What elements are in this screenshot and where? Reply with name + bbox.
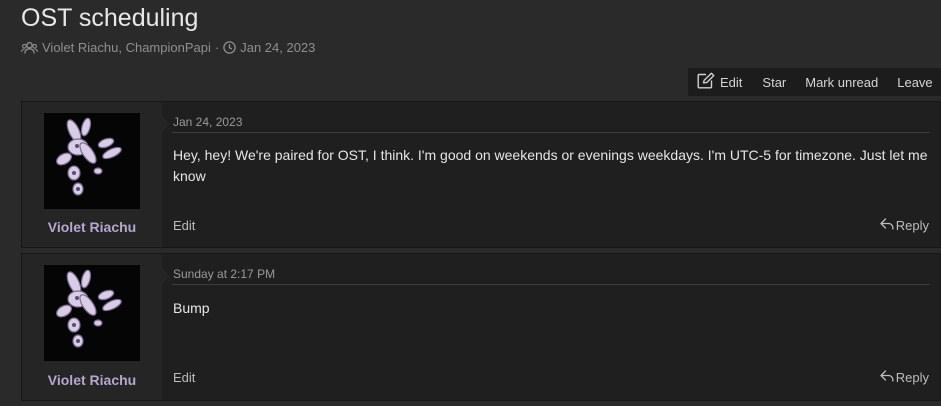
star-button[interactable]: Star (762, 75, 786, 90)
message-date-link[interactable]: Jan 24, 2023 (173, 115, 242, 129)
thread-title: OST scheduling (21, 4, 199, 32)
meta-separator: · (214, 40, 220, 55)
message-arrow (162, 268, 170, 284)
message-edit-button[interactable]: Edit (173, 370, 195, 385)
message-date-link[interactable]: Sunday at 2:17 PM (173, 267, 275, 281)
mark-unread-button[interactable]: Mark unread (805, 75, 878, 90)
thread-date-link[interactable]: Jan 24, 2023 (240, 40, 315, 55)
message-edit-button[interactable]: Edit (173, 218, 195, 233)
message-reply-button[interactable]: Reply (880, 218, 929, 233)
message: Violet Riachu Sunday at 2:17 PM Bump Edi… (21, 253, 941, 401)
participants-link[interactable]: Violet Riachu, ChampionPapi (42, 40, 211, 55)
avatar-image (56, 269, 122, 348)
edit-label: Edit (720, 74, 743, 90)
avatar-image (56, 117, 122, 196)
message: Violet Riachu Jan 24, 2023 Hey, hey! We'… (21, 101, 941, 248)
thread-toolbar: Edit Star Mark unread Leave (688, 68, 941, 96)
reply-icon (880, 218, 894, 233)
username-link[interactable]: Violet Riachu (22, 372, 162, 388)
username-link[interactable]: Violet Riachu (22, 219, 162, 235)
message-reply-button[interactable]: Reply (880, 370, 929, 385)
message-user-cell: Violet Riachu (22, 254, 162, 400)
avatar[interactable] (44, 113, 140, 209)
message-divider (172, 132, 930, 133)
message-user-cell: Violet Riachu (22, 102, 162, 247)
thread-meta: Violet Riachu, ChampionPapi · Jan 24, 20… (21, 40, 315, 55)
users-icon (21, 41, 38, 54)
message-arrow (162, 116, 170, 132)
clock-icon (223, 41, 236, 54)
reply-icon (880, 370, 894, 385)
message-body: Hey, hey! We're paired for OST, I think.… (173, 147, 928, 184)
reply-label: Reply (895, 370, 929, 385)
message-divider (172, 284, 930, 285)
edit-icon (697, 72, 720, 92)
avatar[interactable] (44, 265, 140, 361)
message-body: Bump (173, 300, 210, 316)
edit-button[interactable]: Edit (697, 72, 742, 92)
reply-label: Reply (895, 218, 929, 233)
leave-button[interactable]: Leave (897, 75, 932, 90)
